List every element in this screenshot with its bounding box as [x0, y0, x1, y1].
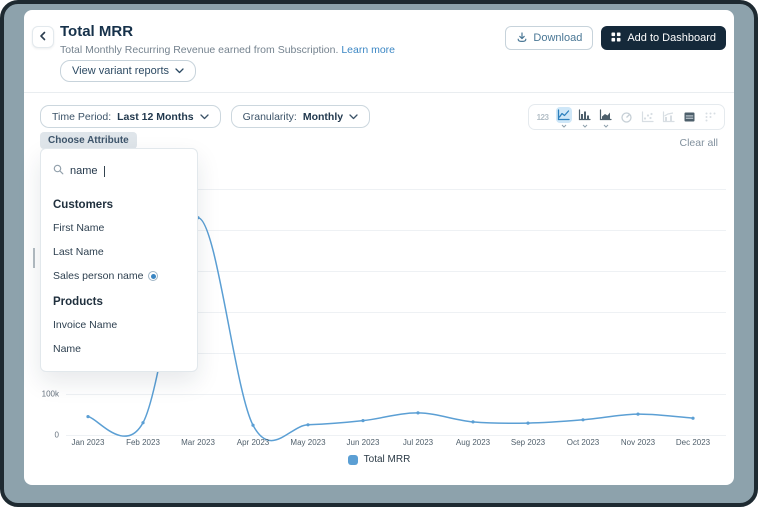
data-point	[636, 413, 639, 416]
attribute-group-label: Products	[41, 288, 197, 313]
attribute-item-label: First Name	[53, 222, 104, 234]
attribute-item-label: Last Name	[53, 246, 104, 258]
x-axis-tick-label: Sep 2023	[511, 438, 545, 447]
x-axis-tick-label: Jan 2023	[72, 438, 105, 447]
attribute-search-input[interactable]: name	[41, 149, 197, 191]
attribute-item[interactable]: Name	[41, 337, 197, 361]
attribute-item[interactable]: Invoice Name	[41, 313, 197, 337]
report-panel: Total MRR Total Monthly Recurring Revenu…	[24, 10, 734, 485]
search-icon	[53, 162, 64, 180]
attribute-badge-icon	[148, 271, 158, 281]
data-point	[416, 411, 419, 414]
data-point	[141, 421, 144, 424]
data-point	[86, 415, 89, 418]
legend-swatch	[348, 455, 358, 465]
data-point	[471, 420, 474, 423]
x-axis-tick-label: Jun 2023	[347, 438, 380, 447]
x-axis-tick-label: Apr 2023	[237, 438, 269, 447]
attribute-item[interactable]: First Name	[41, 216, 197, 240]
x-axis-tick-label: Jul 2023	[403, 438, 433, 447]
attribute-item-label: Invoice Name	[53, 319, 117, 331]
attribute-group-label: Customers	[41, 191, 197, 216]
data-point	[526, 422, 529, 425]
attribute-item[interactable]: Last Name	[41, 240, 197, 264]
x-axis-tick-label: Oct 2023	[567, 438, 599, 447]
data-point	[251, 424, 254, 427]
search-value: name	[70, 165, 98, 177]
attribute-item-label: Sales person name	[53, 270, 143, 282]
attribute-item-label: Name	[53, 343, 81, 355]
x-axis-tick-label: Dec 2023	[676, 438, 710, 447]
data-point	[361, 419, 364, 422]
x-axis-tick-label: May 2023	[290, 438, 325, 447]
x-axis-tick-label: Feb 2023	[126, 438, 160, 447]
data-point	[581, 418, 584, 421]
legend-total-mrr[interactable]: Total MRR	[24, 454, 734, 465]
text-cursor	[104, 166, 105, 177]
attribute-item[interactable]: Sales person name	[41, 264, 197, 288]
attribute-dropdown: name Customers First Name Last Name Sales p…	[40, 148, 198, 372]
data-point	[306, 423, 309, 426]
x-axis-tick-label: Aug 2023	[456, 438, 490, 447]
x-axis-tick-label: Nov 2023	[621, 438, 655, 447]
data-point	[691, 417, 694, 420]
x-axis-tick-label: Mar 2023	[181, 438, 215, 447]
legend-label: Total MRR	[364, 454, 411, 465]
